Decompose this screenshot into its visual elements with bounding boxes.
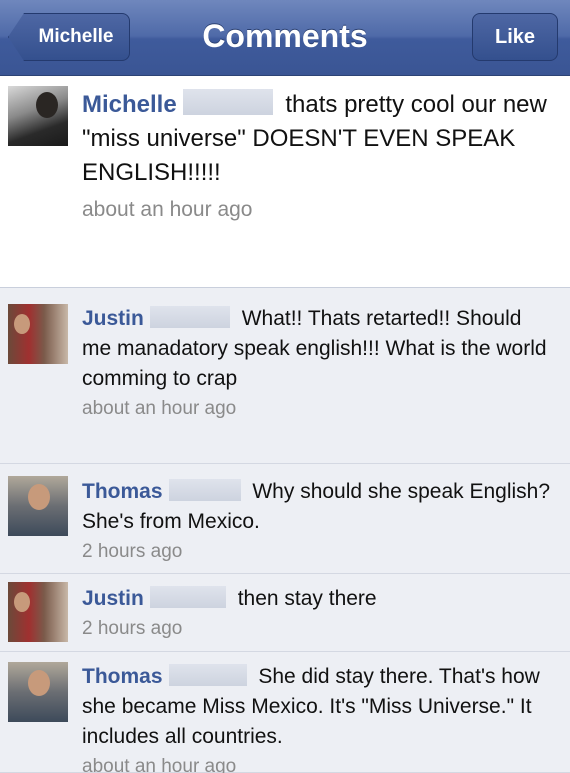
comment-item: Thomas Why should she speak English? She… — [0, 464, 570, 574]
comment-timestamp: 2 hours ago — [82, 618, 183, 639]
nav-bar: Michelle Comments Like — [0, 0, 570, 76]
avatar[interactable] — [8, 582, 68, 642]
comment-timestamp: 2 hours ago — [82, 541, 183, 562]
post-author-name[interactable]: Michelle — [82, 91, 177, 118]
comment-list: Justin What!! Thats retarted!! Should me… — [0, 288, 570, 773]
redacted-surname — [168, 664, 247, 686]
avatar[interactable] — [8, 86, 68, 146]
comment-timestamp: about an hour ago — [82, 756, 237, 773]
redacted-surname — [182, 89, 273, 115]
comment-item: Justin What!! Thats retarted!! Should me… — [0, 288, 570, 464]
avatar[interactable] — [8, 476, 68, 536]
avatar[interactable] — [8, 304, 68, 364]
like-button[interactable]: Like — [472, 13, 558, 61]
page-title: Comments — [202, 18, 368, 54]
back-button[interactable]: Michelle — [8, 13, 130, 61]
original-post: Michelle thats pretty cool our new "miss… — [0, 76, 570, 288]
comment-timestamp: about an hour ago — [82, 398, 237, 419]
comment-text: then stay there — [237, 587, 377, 610]
comment-author-name[interactable]: Justin — [82, 587, 144, 610]
post-timestamp: about an hour ago — [82, 198, 253, 221]
comment-author-name[interactable]: Justin — [82, 307, 144, 330]
redacted-surname — [149, 306, 230, 328]
comment-author-name[interactable]: Thomas — [82, 480, 163, 503]
redacted-surname — [149, 586, 226, 608]
avatar[interactable] — [8, 662, 68, 722]
comment-item: Justin then stay there 2 hours ago — [0, 574, 570, 652]
comment-author-name[interactable]: Thomas — [82, 665, 163, 688]
comment-item: Thomas She did stay there. That's how sh… — [0, 652, 570, 773]
redacted-surname — [168, 479, 241, 501]
